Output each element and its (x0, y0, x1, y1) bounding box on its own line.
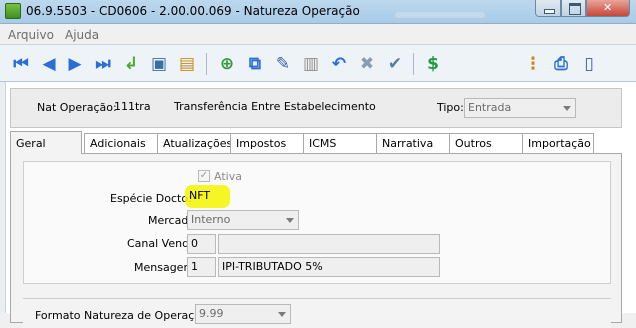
print-icon[interactable]: ⎙ (550, 53, 572, 75)
mensagem-desc: IPI-TRIBUTADO 5% (218, 257, 440, 277)
formato-panel: Formato Natureza de Operação: 9.99 (23, 298, 611, 328)
money-icon[interactable]: $ (422, 53, 444, 75)
tab-adicionais[interactable]: Adicionais (84, 133, 158, 153)
tipo-value: Entrada (468, 101, 512, 114)
ativa-checkbox[interactable]: ✓ (198, 170, 210, 182)
menu-arquivo[interactable]: Arquivo (8, 28, 54, 42)
left-edge (0, 82, 6, 313)
tab-atualizacoes[interactable]: Atualizações (157, 133, 232, 153)
last-icon[interactable]: ⏭ (92, 53, 114, 75)
nat-desc-value: Transferência Entre Estabelecimento (174, 100, 376, 113)
toolbar-separator (413, 53, 414, 75)
especie-docto-input[interactable]: NFT (189, 188, 225, 205)
mercado-value: Interno (191, 213, 231, 226)
tab-body-geral: ✓ Ativa Espécie Docto: NFT Mercado: Inte… (10, 153, 622, 328)
tab-impostos[interactable]: Impostos (230, 133, 304, 153)
especie-docto-label: Espécie Docto: (110, 192, 192, 205)
canal-venda-input[interactable]: 0 (187, 234, 216, 254)
tab-narrativa[interactable]: Narrativa (376, 133, 450, 153)
ativa-label: Ativa (214, 170, 242, 183)
title-bar: 06.9.5503 - CD0606 - 2.00.00.069 - Natur… (0, 0, 636, 24)
menu-bar: Arquivo Ajuda (0, 24, 636, 44)
return-icon[interactable]: ↲ (120, 53, 142, 75)
tab-outros[interactable]: Outros (449, 133, 523, 153)
tree-icon[interactable]: ⋮ (522, 53, 544, 75)
nat-operacao-label: Nat Operação: (37, 101, 117, 114)
confirm-icon[interactable]: ✔ (384, 53, 406, 75)
chevron-down-icon (286, 218, 294, 223)
undo-icon[interactable]: ↶ (328, 53, 350, 75)
title-blur (395, 12, 485, 18)
copy-icon[interactable]: ⧉ (244, 53, 266, 75)
mercado-select[interactable]: Interno (187, 210, 299, 230)
tab-geral[interactable]: Geral (10, 131, 82, 154)
close-button[interactable] (586, 0, 630, 17)
minimize-button[interactable] (535, 0, 561, 17)
canal-venda-desc (218, 234, 440, 254)
tab-importacao[interactable]: Importação (522, 133, 594, 153)
maximize-button[interactable] (561, 0, 586, 17)
header-panel: Nat Operação: 111tra Transferência Entre… (10, 88, 622, 128)
formato-select[interactable]: 9.99 (195, 304, 291, 324)
first-icon[interactable]: ⏮ (10, 53, 32, 75)
mensagem-input[interactable]: 1 (187, 257, 216, 277)
chevron-down-icon (563, 106, 571, 111)
add-icon[interactable]: ⊕ (216, 53, 238, 75)
previous-icon[interactable]: ◀ (38, 53, 60, 75)
main-form-panel: ✓ Ativa Espécie Docto: NFT Mercado: Inte… (23, 161, 611, 284)
edit-icon[interactable]: ✎ (272, 53, 294, 75)
menu-ajuda[interactable]: Ajuda (65, 28, 99, 42)
formato-value: 9.99 (199, 307, 224, 320)
toolbar: ⏮ ◀ ▶ ⏭ ↲ ▣ ▤ ⊕ ⧉ ✎ ▥ ↶ ✖ ✔ $ ⋮ ⎙ ▯ (0, 44, 636, 82)
zoom-icon[interactable]: ▣ (148, 53, 170, 75)
tipo-select[interactable]: Entrada (464, 98, 576, 118)
toolbar-separator (206, 53, 207, 75)
tab-icms[interactable]: ICMS (303, 133, 377, 153)
tab-bar: Geral Adicionais Atualizações Impostos I… (10, 131, 622, 154)
content-area: Nat Operação: 111tra Transferência Entre… (0, 82, 636, 328)
cancel-icon[interactable]: ✖ (356, 53, 378, 75)
app-icon (5, 3, 21, 19)
window-title: 06.9.5503 - CD0606 - 2.00.00.069 - Natur… (26, 4, 360, 18)
tipo-label: Tipo: (437, 101, 464, 114)
nat-code-value: 111tra (114, 100, 151, 113)
next-icon[interactable]: ▶ (64, 53, 86, 75)
delete-icon[interactable]: ▥ (300, 53, 322, 75)
list-icon[interactable]: ▤ (176, 53, 198, 75)
exit-icon[interactable]: ▯ (578, 53, 600, 75)
formato-natureza-label: Formato Natureza de Operação: (35, 309, 212, 322)
